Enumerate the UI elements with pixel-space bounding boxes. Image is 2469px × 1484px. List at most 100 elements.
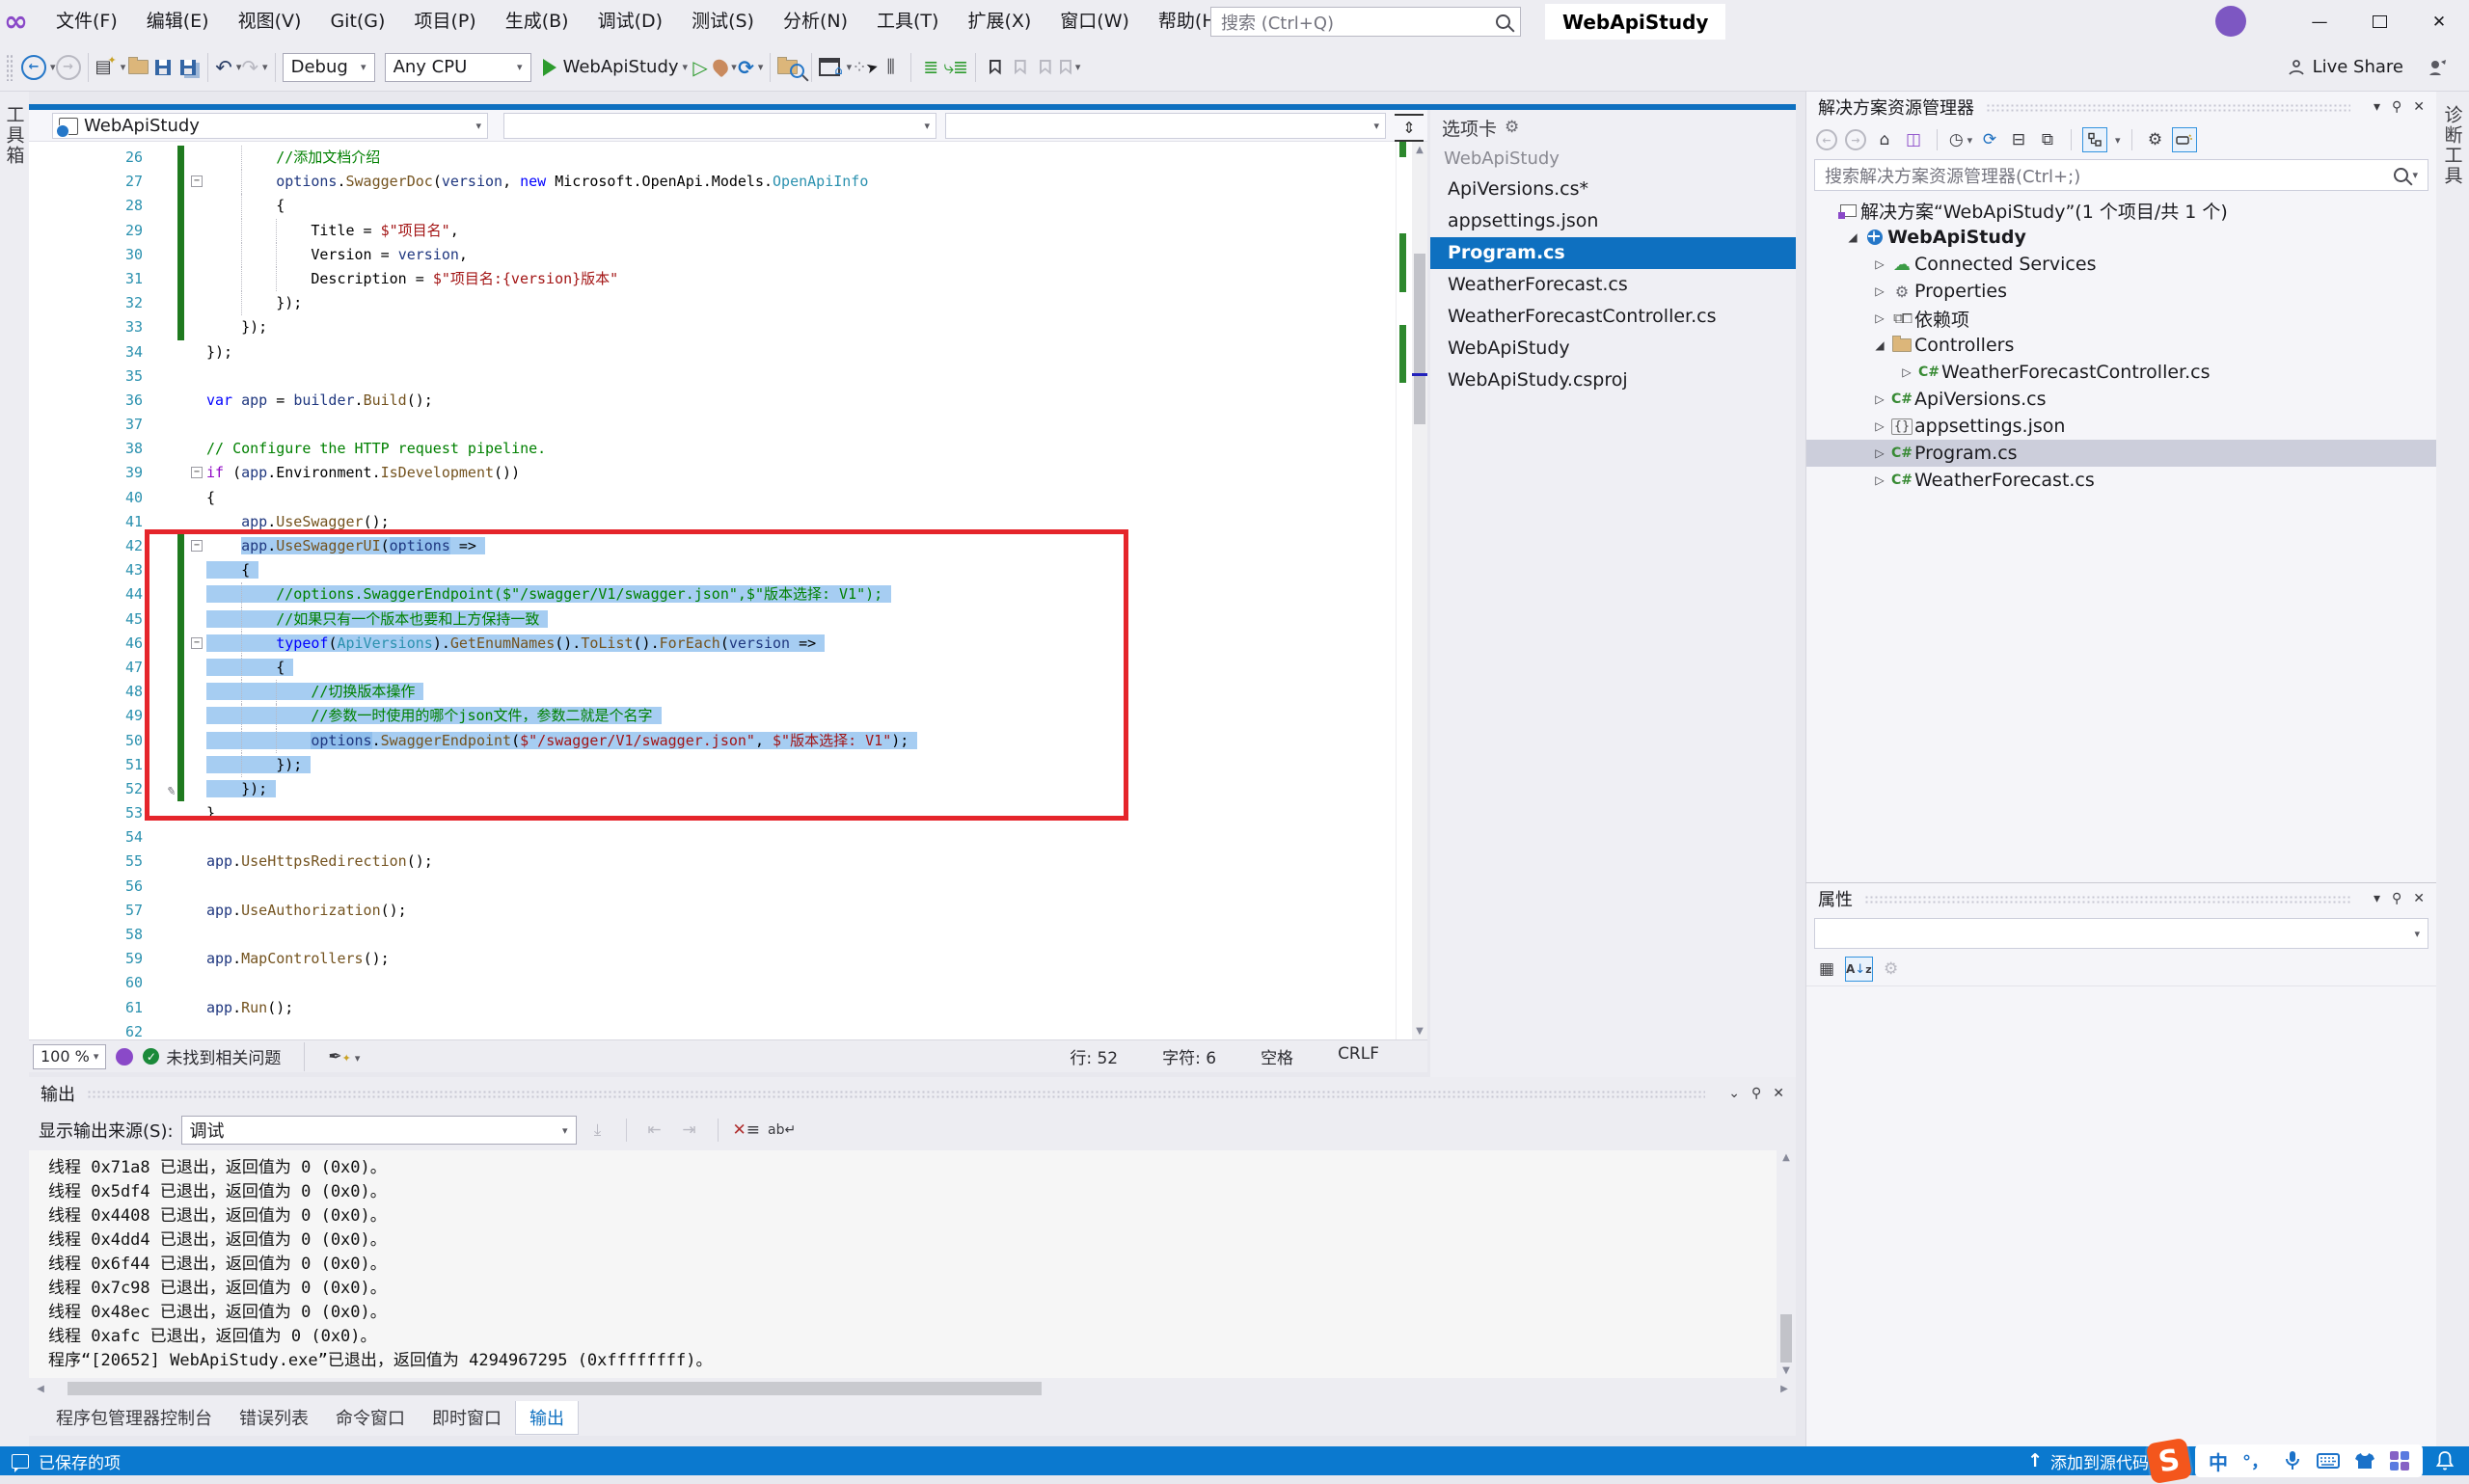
code-line[interactable]: 34}); xyxy=(29,340,1397,364)
bottom-panel-tab[interactable]: 程序包管理器控制台 xyxy=(42,1401,226,1434)
code-line[interactable]: 45 //如果只有一个版本也要和上方保持一致 xyxy=(29,607,1397,632)
fold-toggle[interactable]: − xyxy=(191,467,203,478)
project-dropdown[interactable]: WebApiStudy▾ xyxy=(52,113,488,139)
back-icon[interactable]: ← xyxy=(1814,127,1839,152)
code-line[interactable]: 52✐ }); xyxy=(29,777,1397,801)
code-line[interactable]: 50 options.SwaggerEndpoint($"/swagger/V1… xyxy=(29,729,1397,753)
pin-icon[interactable]: ⚲ xyxy=(2392,99,2401,115)
code-line[interactable]: 48 //切换版本操作 xyxy=(29,680,1397,704)
code-line[interactable]: 56 xyxy=(29,875,1397,899)
scroll-down-icon[interactable]: ▼ xyxy=(1777,1365,1796,1376)
fold-toggle[interactable]: − xyxy=(191,540,203,552)
goto-message-icon[interactable]: ⤓ xyxy=(584,1117,611,1144)
close-button[interactable]: ✕ xyxy=(2409,0,2469,43)
tree-item[interactable]: ▷C#Program.cs xyxy=(1806,440,2436,467)
menu-item[interactable]: 视图(V) xyxy=(224,0,316,43)
sync-with-active-document-icon[interactable] xyxy=(2082,127,2107,152)
document-tab[interactable]: WebApiStudy.csproj xyxy=(1430,364,1796,396)
menu-item[interactable]: 窗口(W) xyxy=(1045,0,1144,43)
document-tab[interactable]: ApiVersions.cs* xyxy=(1430,174,1796,205)
find-in-files-button[interactable] xyxy=(777,51,804,84)
code-line[interactable]: 61app.Run(); xyxy=(29,996,1397,1020)
scrollbar-thumb[interactable] xyxy=(1780,1314,1792,1363)
tree-item[interactable]: ▷☁Connected Services xyxy=(1806,251,2436,278)
bottom-panel-tab[interactable]: 错误列表 xyxy=(226,1401,322,1434)
intellicode-icon[interactable] xyxy=(116,1048,133,1066)
code-line[interactable]: 28 { xyxy=(29,194,1397,218)
chevron-collapsed-icon[interactable]: ▷ xyxy=(1870,311,1889,325)
tree-item[interactable]: ▷C#WeatherForecastController.cs xyxy=(1806,359,2436,386)
ime-toolbox-icon[interactable] xyxy=(2390,1451,2409,1471)
caret-line-indicator[interactable]: 行: 52 xyxy=(1070,1044,1118,1068)
solution-explorer-search-input[interactable]: 搜索解决方案资源管理器(Ctrl+;) ▾ xyxy=(1814,159,2428,191)
tree-item[interactable]: ◢WebApiStudy xyxy=(1806,224,2436,251)
code-line[interactable]: 31 Description = $"项目名:{version}版本" xyxy=(29,267,1397,291)
scroll-up-icon[interactable]: ▲ xyxy=(1777,1152,1796,1163)
word-wrap-icon[interactable]: ab↵ xyxy=(768,1117,796,1144)
code-line[interactable]: 42− app.UseSwaggerUI(options => xyxy=(29,534,1397,558)
home-icon[interactable]: ⌂ xyxy=(1872,127,1897,152)
ime-keyboard-icon[interactable] xyxy=(2317,1452,2340,1470)
issues-status-text[interactable]: 未找到相关问题 xyxy=(166,1044,281,1068)
properties-object-dropdown[interactable]: ▾ xyxy=(1814,918,2428,949)
bottom-panel-tab[interactable]: 命令窗口 xyxy=(322,1401,419,1434)
document-tab[interactable]: Program.cs xyxy=(1430,237,1796,269)
code-line[interactable]: 51 }); xyxy=(29,753,1397,777)
scroll-left-icon[interactable]: ◀ xyxy=(33,1384,48,1394)
tree-item[interactable]: ▷C#ApiVersions.cs xyxy=(1806,386,2436,413)
gear-icon[interactable]: ⚙ xyxy=(1505,118,1519,137)
code-line[interactable]: 54 xyxy=(29,825,1397,850)
window-layout-button[interactable]: ⌂▾ xyxy=(819,51,852,84)
menu-item[interactable]: 编辑(E) xyxy=(132,0,224,43)
panel-menu-icon[interactable]: ▾ xyxy=(2374,99,2380,115)
pending-changes-filter-icon[interactable]: ◷▾ xyxy=(1948,127,1973,152)
code-line[interactable]: 37 xyxy=(29,413,1397,437)
menu-item[interactable]: Git(G) xyxy=(315,0,399,43)
code-line[interactable]: 26 //添加文档介绍 xyxy=(29,146,1397,170)
chevron-collapsed-icon[interactable]: ▷ xyxy=(1897,365,1916,379)
editor-vertical-scrollbar[interactable]: ▲ ▼ xyxy=(1412,142,1427,1039)
document-tab[interactable]: WebApiStudy xyxy=(1430,333,1796,364)
notifications-bell-icon[interactable] xyxy=(2434,1449,2455,1472)
menu-item[interactable]: 分析(N) xyxy=(769,0,862,43)
ime-skin-icon[interactable] xyxy=(2354,1451,2375,1471)
code-line[interactable]: 55app.UseHttpsRedirection(); xyxy=(29,850,1397,874)
navigate-forward-button[interactable]: → xyxy=(56,51,81,84)
document-tab[interactable]: WeatherForecast.cs xyxy=(1430,269,1796,301)
start-debugging-button[interactable]: WebApiStudy ▾ xyxy=(543,51,688,84)
switch-views-icon[interactable]: ◫ xyxy=(1901,127,1926,152)
restart-app-button[interactable]: ⟳▾ xyxy=(738,51,763,84)
new-project-button[interactable]: ▤✦▾ xyxy=(95,51,126,84)
scrollbar-thumb[interactable] xyxy=(68,1382,1042,1395)
space-mode-indicator[interactable]: 空格 xyxy=(1261,1044,1293,1068)
live-share-button[interactable]: Live Share xyxy=(2286,51,2403,84)
code-line[interactable]: 60 xyxy=(29,971,1397,995)
code-line[interactable]: 41 app.UseSwagger(); xyxy=(29,510,1397,534)
selection-mode-button[interactable]: ⁘➤ xyxy=(852,51,879,84)
hot-reload-button[interactable]: ▾ xyxy=(713,51,738,84)
code-line[interactable]: 43 { xyxy=(29,558,1397,582)
tree-item[interactable]: ▷{}appsettings.json xyxy=(1806,413,2436,440)
menu-item[interactable]: 项目(P) xyxy=(399,0,490,43)
code-line[interactable]: 39−if (app.Environment.IsDevelopment()) xyxy=(29,461,1397,485)
chevron-expanded-icon[interactable]: ◢ xyxy=(1843,230,1862,244)
feedback-button[interactable] xyxy=(2425,51,2450,84)
menu-item[interactable]: 测试(S) xyxy=(677,0,769,43)
output-source-dropdown[interactable]: 调试▾ xyxy=(181,1116,577,1145)
start-without-debugging-button[interactable]: ▷ xyxy=(688,51,713,84)
fold-toggle[interactable]: − xyxy=(191,175,203,187)
user-avatar[interactable] xyxy=(2215,6,2246,37)
panel-menu-icon[interactable]: ⌄ xyxy=(1728,1086,1740,1101)
redo-button[interactable]: ↷▾ xyxy=(241,51,267,84)
scroll-up-icon[interactable]: ▲ xyxy=(1412,145,1427,155)
document-tab[interactable]: appsettings.json xyxy=(1430,205,1796,237)
undo-button[interactable]: ↶▾ xyxy=(215,51,241,84)
scroll-down-icon[interactable]: ▼ xyxy=(1412,1026,1427,1037)
type-dropdown[interactable]: ▾ xyxy=(503,113,936,139)
minimize-button[interactable]: — xyxy=(2290,0,2349,43)
code-line[interactable]: 57app.UseAuthorization(); xyxy=(29,899,1397,923)
code-line[interactable]: 40{ xyxy=(29,486,1397,510)
pin-icon[interactable]: ⚲ xyxy=(1751,1086,1761,1101)
line-ending-indicator[interactable]: CRLF xyxy=(1338,1044,1379,1068)
preview-selected-items-icon[interactable] xyxy=(2172,127,2197,152)
